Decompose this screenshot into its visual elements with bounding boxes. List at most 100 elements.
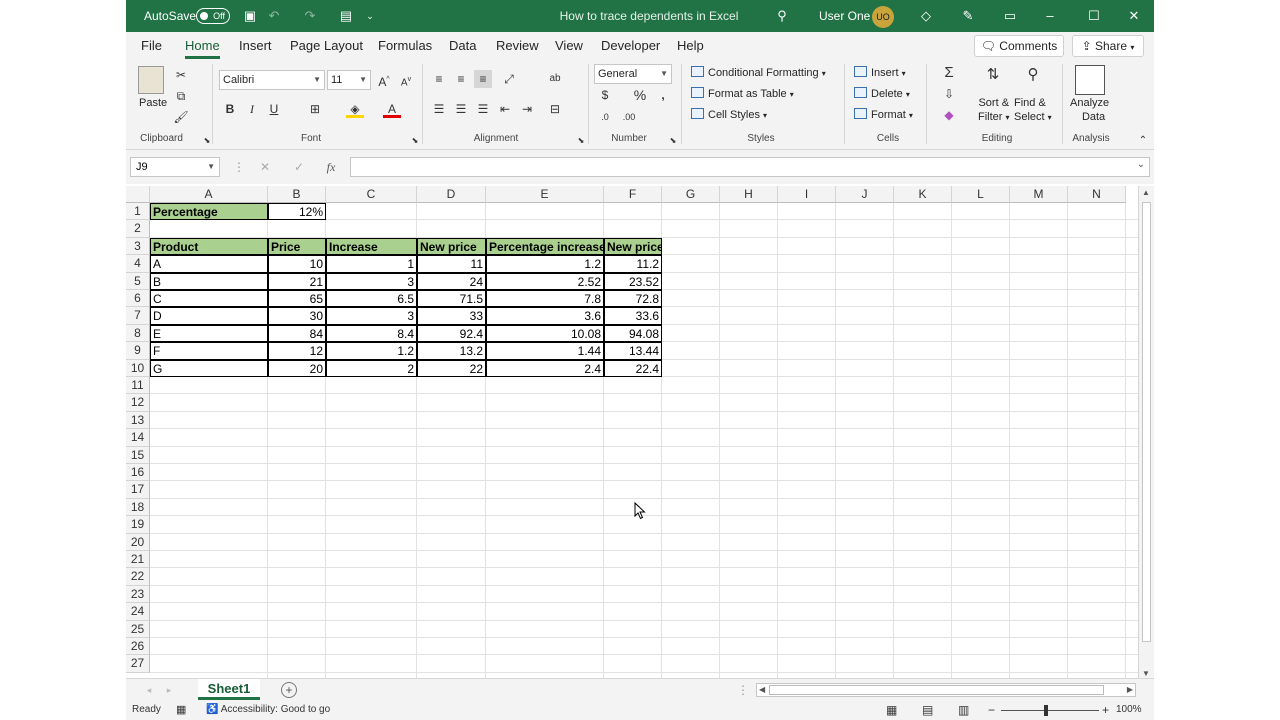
clear-icon[interactable]: ◆ (940, 106, 958, 124)
sort-filter-button[interactable]: Sort & Filter ▾ (978, 96, 1010, 125)
undo-icon[interactable]: ↶ (266, 8, 282, 24)
table-cell[interactable]: 1 (326, 255, 417, 273)
orientation-icon[interactable]: ⤢ (500, 70, 518, 88)
row-header-12[interactable]: 12 (126, 394, 150, 412)
formula-input[interactable]: ⌄ (350, 157, 1150, 177)
table-cell[interactable]: 12 (268, 342, 326, 360)
column-header-i[interactable]: I (778, 186, 836, 203)
share-button[interactable]: ⇪ Share ▾ (1072, 35, 1144, 57)
insert-function-button[interactable]: fx (322, 158, 340, 176)
fill-icon[interactable]: ⇩ (940, 85, 958, 103)
row-header-8[interactable]: 8 (126, 324, 150, 343)
row-header-27[interactable]: 27 (126, 655, 150, 673)
scroll-right-icon[interactable]: ▶ (1127, 684, 1133, 696)
table-header-cell[interactable]: New price (417, 237, 486, 256)
row-header-22[interactable]: 22 (126, 568, 150, 586)
minimize-icon[interactable]: – (1040, 6, 1060, 26)
table-cell[interactable]: C (150, 290, 268, 308)
tab-split-handle[interactable]: ⋮ (734, 681, 752, 699)
row-header-17[interactable]: 17 (126, 481, 150, 499)
table-cell[interactable]: 1.44 (486, 342, 604, 360)
save-icon[interactable]: ▣ (242, 8, 258, 24)
row-header-1[interactable]: 1 (126, 203, 150, 221)
find-select-button[interactable]: Find & Select ▾ (1014, 96, 1052, 125)
table-header-cell[interactable]: Price (268, 237, 326, 256)
row-header-4[interactable]: 4 (126, 255, 150, 273)
table-cell[interactable]: 10 (268, 255, 326, 273)
autosum-icon[interactable]: Σ (940, 64, 958, 82)
italic-button[interactable]: I (243, 100, 261, 118)
search-icon[interactable]: ⚲ (774, 8, 790, 24)
tab-data[interactable]: Data (449, 38, 476, 53)
font-color-icon[interactable]: A (383, 100, 401, 118)
conditional-formatting-button[interactable]: Conditional Formatting ▾ (691, 66, 826, 79)
column-header-l[interactable]: L (952, 186, 1010, 203)
row-header-16[interactable]: 16 (126, 464, 150, 482)
table-cell[interactable]: 1.2 (486, 255, 604, 273)
table-cell[interactable]: 21 (268, 272, 326, 290)
table-cell[interactable]: D (150, 307, 268, 325)
tab-developer[interactable]: Developer (601, 38, 660, 53)
horizontal-scrollbar[interactable]: ◀ ▶ (756, 683, 1136, 697)
table-cell[interactable]: 13.44 (604, 342, 662, 360)
column-header-m[interactable]: M (1010, 186, 1068, 203)
paste-icon[interactable] (138, 66, 164, 94)
paste-button[interactable]: Paste (139, 97, 167, 109)
table-header-cell[interactable]: Increase (326, 237, 417, 256)
wrap-text-icon[interactable]: ab (546, 70, 564, 88)
select-all-corner[interactable] (126, 186, 150, 203)
comma-icon[interactable]: , (654, 86, 672, 104)
align-center-icon[interactable]: ☰ (452, 100, 470, 118)
quick-access-icon[interactable]: ▤ (338, 8, 354, 24)
percent-button[interactable]: % (631, 86, 649, 104)
table-cell[interactable]: 10.08 (486, 324, 604, 343)
expand-formula-icon[interactable]: ⌄ (1137, 159, 1145, 170)
user-name[interactable]: User One (819, 9, 870, 23)
table-cell[interactable]: 20 (268, 359, 326, 377)
row-header-7[interactable]: 7 (126, 307, 150, 325)
table-cell[interactable]: 2.52 (486, 272, 604, 290)
align-right-icon[interactable]: ☰ (474, 100, 492, 118)
table-cell[interactable]: 3 (326, 307, 417, 325)
row-header-14[interactable]: 14 (126, 429, 150, 447)
tab-home[interactable]: Home (185, 38, 220, 59)
table-cell[interactable]: 13.2 (417, 342, 486, 360)
tab-file[interactable]: File (141, 38, 162, 53)
table-cell[interactable]: 72.8 (604, 290, 662, 308)
table-cell[interactable]: A (150, 255, 268, 273)
row-header-13[interactable]: 13 (126, 411, 150, 430)
name-box[interactable]: J9 ▼ (130, 157, 220, 177)
column-header-k[interactable]: K (894, 186, 952, 203)
zoom-in-icon[interactable]: + (1102, 700, 1109, 720)
underline-button[interactable]: U (265, 100, 283, 118)
row-header-18[interactable]: 18 (126, 498, 150, 517)
next-sheet-icon[interactable]: ▸ (160, 681, 178, 699)
diamond-icon[interactable]: ◇ (918, 8, 934, 24)
decrease-indent-icon[interactable]: ⇤ (496, 100, 514, 118)
customize-toolbar-icon[interactable]: ⌄ (362, 8, 378, 24)
merge-center-icon[interactable]: ⊟ (546, 100, 564, 118)
table-cell[interactable]: 3.6 (486, 307, 604, 325)
tab-insert[interactable]: Insert (239, 38, 272, 53)
normal-view-icon[interactable]: ▦ (886, 700, 897, 720)
tab-review[interactable]: Review (496, 38, 539, 53)
table-cell[interactable]: 8.4 (326, 324, 417, 343)
cell-b1[interactable]: 12% (268, 203, 326, 221)
scroll-left-icon[interactable]: ◀ (759, 684, 765, 696)
table-cell[interactable]: B (150, 272, 268, 290)
row-header-26[interactable]: 26 (126, 638, 150, 656)
table-header-cell[interactable]: Product (150, 237, 268, 256)
table-cell[interactable]: 6.5 (326, 290, 417, 308)
row-header-19[interactable]: 19 (126, 516, 150, 534)
format-painter-icon[interactable]: 🖌 (172, 108, 190, 126)
table-cell[interactable]: F (150, 342, 268, 360)
row-header-23[interactable]: 23 (126, 585, 150, 604)
redo-icon[interactable]: ↷ (302, 8, 318, 24)
analyze-data-icon[interactable] (1075, 65, 1105, 95)
table-cell[interactable]: 22.4 (604, 359, 662, 377)
align-top-icon[interactable]: ≡ (430, 70, 448, 88)
row-header-21[interactable]: 21 (126, 551, 150, 569)
tab-page-layout[interactable]: Page Layout (290, 38, 363, 53)
table-cell[interactable]: 84 (268, 324, 326, 343)
fill-color-icon[interactable]: ◈ (346, 100, 364, 118)
